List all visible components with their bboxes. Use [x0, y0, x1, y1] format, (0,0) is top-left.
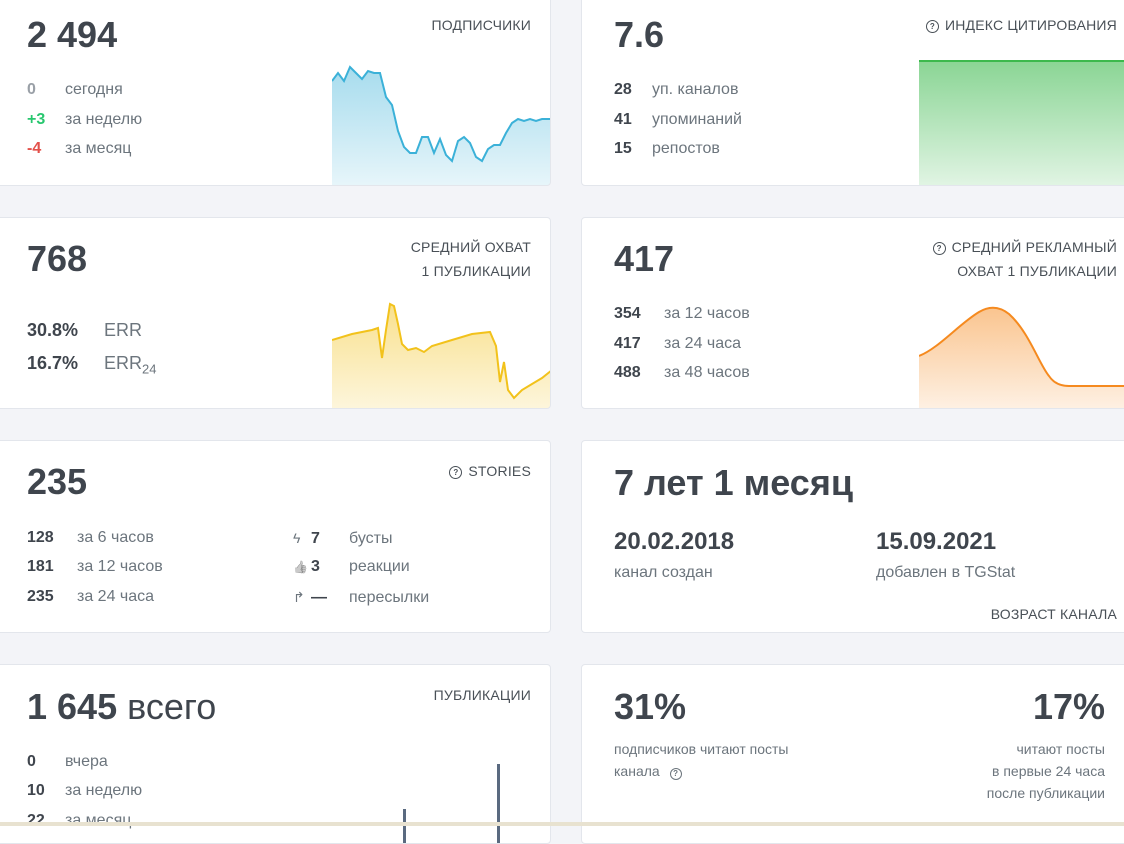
citation-index-value: 7.6	[614, 14, 665, 55]
bottom-strip	[0, 822, 1124, 826]
created-label: канал создан	[614, 564, 713, 581]
stories-reactions-row: 👍 3 реакции	[293, 558, 410, 575]
subscribers-today-row: 0 сегодня	[27, 81, 123, 98]
readers-card: 31% подписчиков читают посты канала ? 17…	[581, 664, 1124, 844]
citation-sparkline	[919, 60, 1124, 185]
publications-total: 1 645 всего	[27, 686, 217, 727]
age-value: 7 лет 1 месяц	[614, 462, 853, 503]
publications-card: 1 645 всего ПУБЛИКАЦИИ 0 вчера 10 за недел…	[0, 664, 551, 844]
stories-24h-row: 235 за 24 часа	[27, 588, 155, 605]
ad-reach-12h-row: 354 за 12 часов	[614, 305, 750, 322]
subscribers-week-row: +3 за неделю	[27, 111, 143, 128]
reach-sparkline	[332, 302, 550, 408]
subscribers-title: ПОДПИСЧИКИ	[431, 17, 531, 33]
ad-reach-24h-row: 417 за 24 часа	[614, 335, 742, 352]
publications-title: ПУБЛИКАЦИИ	[433, 687, 531, 703]
stories-value: 235	[27, 461, 88, 502]
reach-title: СРЕДНИЙ ОХВАТ 1 ПУБЛИКАЦИИ	[410, 239, 531, 279]
stories-card: 235 ? STORIES 128 за 6 часов 181 за 12 часо…	[0, 440, 551, 633]
publications-week-row: 10 за неделю	[27, 782, 143, 799]
ad-reach-48h-row: 488 за 48 часов	[614, 364, 750, 381]
reach-card: 768 СРЕДНИЙ ОХВАТ 1 ПУБЛИКАЦИИ 30.8% ERR …	[0, 217, 551, 409]
publications-bar	[403, 809, 406, 843]
added-label: добавлен в TGStat	[876, 564, 1016, 581]
citation-title[interactable]: ? ИНДЕКС ЦИТИРОВАНИЯ	[925, 13, 1117, 37]
citation-mentions-row: 41 упоминаний	[614, 111, 742, 128]
created-date: 20.02.2018	[614, 528, 735, 555]
stories-boosts-row: ϟ 7 бусты	[293, 530, 393, 547]
stories-forwards-row: ↱ — пересылки	[293, 589, 430, 606]
question-circle-icon[interactable]: ?	[932, 242, 946, 255]
subscribers-count: 2 494	[27, 14, 118, 55]
readers-label: подписчиков читают посты канала ?	[614, 741, 789, 780]
question-circle-icon[interactable]: ?	[449, 466, 463, 479]
age-title: ВОЗРАСТ КАНАЛА	[990, 606, 1117, 622]
readers-24h-percent: 17%	[1032, 686, 1105, 727]
citation-card: 7.6 ? ИНДЕКС ЦИТИРОВАНИЯ 28 уп. каналов 41…	[581, 0, 1124, 186]
question-circle-icon[interactable]: ?	[925, 20, 939, 33]
readers-24h-label: читают посты в первые 24 часа после публ…	[986, 741, 1105, 801]
stories-title[interactable]: ? STORIES	[449, 459, 531, 483]
subscribers-month-row: -4 за месяц	[27, 140, 132, 157]
publications-bar	[497, 764, 500, 843]
thumbs-up-icon: 👍	[293, 560, 308, 574]
subscribers-card: 2 494 ПОДПИСЧИКИ 0 сегодня +3 за неделю -4…	[0, 0, 551, 186]
err-row: 30.8% ERR	[27, 320, 143, 340]
lightning-icon: ϟ	[293, 530, 301, 546]
readers-percent: 31%	[614, 686, 687, 727]
publications-month-row: 22 за месяц	[27, 812, 132, 829]
stories-12h-row: 181 за 12 часов	[27, 558, 163, 575]
ad-reach-value: 417	[614, 238, 675, 279]
subscribers-sparkline	[332, 65, 550, 185]
age-card: 7 лет 1 месяц 20.02.2018 канал создан 15…	[581, 440, 1124, 633]
citation-reposts-row: 15 репостов	[614, 140, 720, 157]
reach-value: 768	[27, 238, 88, 279]
ad-reach-title[interactable]: ? СРЕДНИЙ РЕКЛАМНЫЙ ОХВАТ 1 ПУБЛИКАЦИИ	[932, 235, 1117, 283]
stories-6h-row: 128 за 6 часов	[27, 529, 154, 546]
citation-channels-row: 28 уп. каналов	[614, 81, 739, 98]
ad-reach-card: 417 ? СРЕДНИЙ РЕКЛАМНЫЙ ОХВАТ 1 ПУБЛИКАЦИ…	[581, 217, 1124, 409]
added-date: 15.09.2021	[876, 528, 997, 555]
share-arrow-icon: ↱	[293, 589, 305, 605]
ad-reach-sparkline	[919, 306, 1124, 408]
publications-yesterday-row: 0 вчера	[27, 753, 108, 770]
err24-row: 16.7% ERR24	[27, 353, 157, 377]
question-circle-icon[interactable]: ?	[669, 768, 682, 780]
